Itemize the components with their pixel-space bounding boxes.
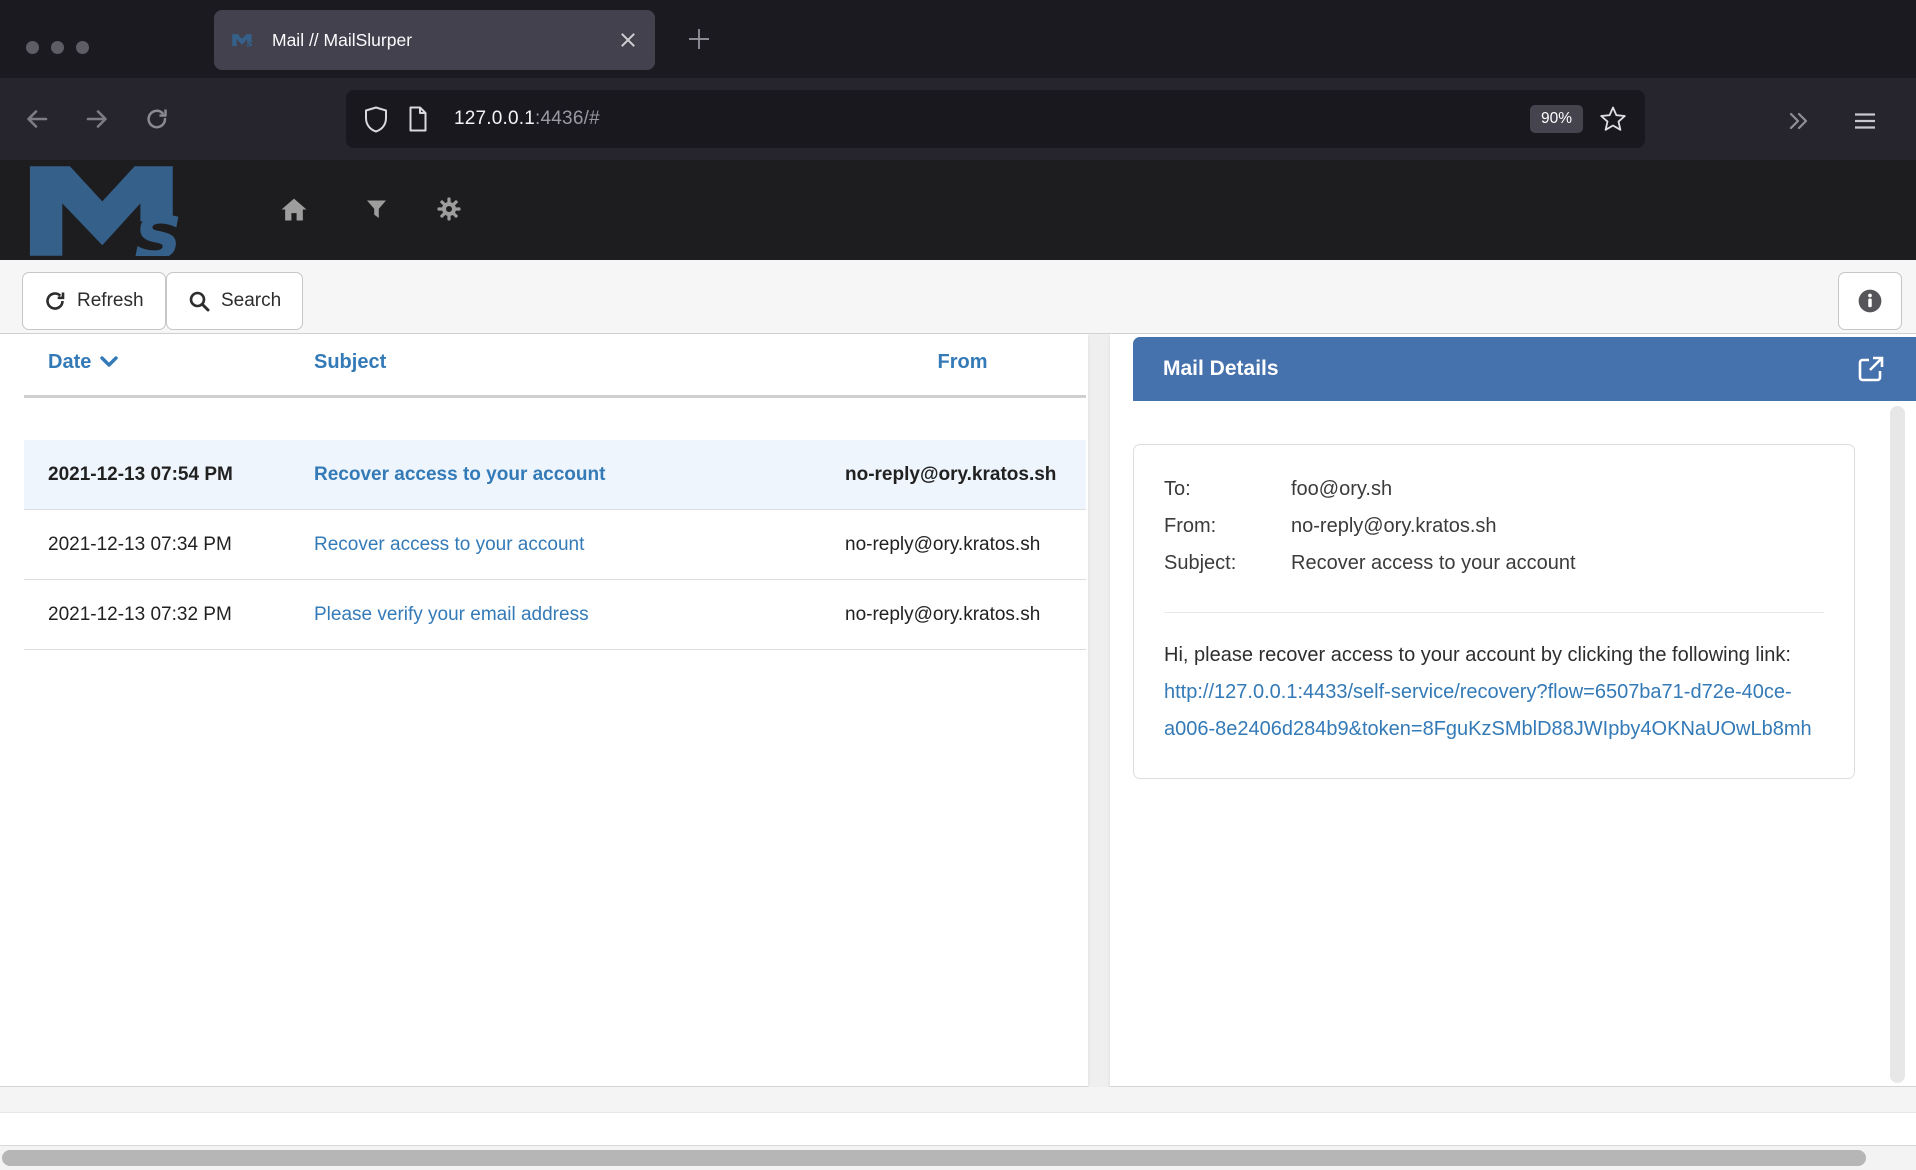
mail-date: 2021-12-13 07:34 PM	[24, 510, 314, 580]
window-control-dot[interactable]	[26, 41, 39, 54]
mail-subject-link[interactable]: Recover access to your account	[314, 534, 584, 555]
external-link-icon[interactable]	[1856, 354, 1886, 384]
browser-window: s Mail // MailSlurper	[0, 0, 1916, 1170]
from-value: no-reply@ory.kratos.sh	[1291, 508, 1497, 545]
horizontal-scrollbar[interactable]	[0, 1145, 1916, 1170]
tab-favicon-icon: s	[232, 33, 259, 47]
column-header-date-label: Date	[48, 351, 91, 373]
mail-subject-link[interactable]: Recover access to your account	[314, 464, 605, 485]
mail-list-panel: Date Subject From 2021-12-13 07:54 PMRec…	[0, 334, 1088, 1087]
tab-title: Mail // MailSlurper	[272, 30, 619, 51]
plus-icon[interactable]	[686, 26, 712, 52]
toolbar: Refresh Search	[0, 260, 1916, 334]
svg-text:s: s	[246, 38, 252, 47]
mail-body: Hi, please recover access to your accoun…	[1164, 637, 1824, 748]
subject-label: Subject:	[1164, 545, 1291, 582]
column-header-date[interactable]: Date	[24, 334, 314, 397]
content-area: Date Subject From 2021-12-13 07:54 PMRec…	[0, 334, 1916, 1087]
field-to: To: foo@ory.sh	[1164, 471, 1824, 508]
mail-list-body: 2021-12-13 07:54 PMRecover access to you…	[24, 397, 1086, 650]
mail-date: 2021-12-13 07:54 PM	[24, 440, 314, 510]
gear-icon[interactable]	[436, 196, 462, 222]
horizontal-scrollbar-thumb[interactable]	[2, 1150, 1866, 1166]
column-header-subject: Subject	[314, 334, 839, 397]
mail-details-panel: Mail Details To: foo@ory.sh From: no-rep…	[1110, 334, 1916, 1087]
mail-details-card: To: foo@ory.sh From: no-reply@ory.kratos…	[1133, 444, 1855, 779]
mail-from: no-reply@ory.kratos.sh	[839, 580, 1086, 650]
field-from: From: no-reply@ory.kratos.sh	[1164, 508, 1824, 545]
search-icon	[188, 290, 210, 312]
mail-from: no-reply@ory.kratos.sh	[839, 510, 1086, 580]
info-button[interactable]	[1838, 272, 1902, 330]
back-arrow-icon[interactable]	[24, 106, 50, 132]
refresh-button[interactable]: Refresh	[22, 272, 166, 330]
search-button[interactable]: Search	[166, 272, 303, 330]
home-icon[interactable]	[280, 197, 308, 222]
window-control-dot[interactable]	[51, 41, 64, 54]
url-text[interactable]: 127.0.0.1:4436/#	[454, 108, 600, 130]
column-header-from: From	[839, 334, 1086, 397]
table-row[interactable]: 2021-12-13 07:32 PMPlease verify your em…	[24, 580, 1086, 650]
mail-table: Date Subject From 2021-12-13 07:54 PMRec…	[24, 334, 1086, 650]
refresh-icon	[44, 290, 66, 312]
table-row[interactable]: 2021-12-13 07:34 PMRecover access to you…	[24, 510, 1086, 580]
recovery-link[interactable]: http://127.0.0.1:4433/self-service/recov…	[1164, 681, 1812, 740]
menu-icon[interactable]	[1852, 108, 1878, 134]
bottom-strip	[0, 1087, 1916, 1113]
to-value: foo@ory.sh	[1291, 471, 1392, 508]
from-label: From:	[1164, 508, 1291, 545]
browser-tab[interactable]: s Mail // MailSlurper	[214, 10, 655, 70]
shield-icon[interactable]	[364, 106, 388, 133]
navigation-bar: 127.0.0.1:4436/# 90%	[0, 78, 1916, 160]
mail-date: 2021-12-13 07:32 PM	[24, 580, 314, 650]
url-bar[interactable]: 127.0.0.1:4436/# 90%	[346, 90, 1645, 148]
url-path: :4436/#	[535, 108, 600, 129]
mail-subject-link[interactable]: Please verify your email address	[314, 604, 589, 625]
search-button-label: Search	[221, 290, 281, 312]
filter-icon[interactable]	[366, 200, 387, 219]
divider	[1164, 612, 1824, 613]
star-icon[interactable]	[1599, 105, 1627, 133]
url-host: 127.0.0.1	[454, 108, 535, 129]
subject-value: Recover access to your account	[1291, 545, 1576, 582]
overflow-chevrons-icon[interactable]	[1785, 108, 1811, 134]
mail-details-header: Mail Details	[1133, 337, 1916, 401]
spacer-row	[24, 397, 1086, 441]
reload-icon[interactable]	[144, 106, 170, 132]
page-icon[interactable]	[408, 106, 428, 132]
refresh-button-label: Refresh	[77, 290, 144, 312]
mailslurper-logo: s	[28, 164, 228, 256]
table-row[interactable]: 2021-12-13 07:54 PMRecover access to you…	[24, 440, 1086, 510]
mail-body-text: Hi, please recover access to your accoun…	[1164, 644, 1791, 666]
app-header: s	[0, 160, 1916, 260]
zoom-level-badge[interactable]: 90%	[1530, 105, 1583, 133]
svg-text:s: s	[135, 188, 181, 256]
window-control-dots[interactable]	[26, 41, 89, 54]
forward-arrow-icon[interactable]	[84, 106, 110, 132]
tab-bar: s Mail // MailSlurper	[0, 0, 1916, 78]
mail-from: no-reply@ory.kratos.sh	[839, 440, 1086, 510]
window-control-dot[interactable]	[76, 41, 89, 54]
info-icon	[1857, 288, 1883, 314]
mail-details-title: Mail Details	[1163, 357, 1279, 381]
field-subject: Subject: Recover access to your account	[1164, 545, 1824, 582]
details-scrollbar[interactable]	[1890, 406, 1905, 1083]
table-header-row: Date Subject From	[24, 334, 1086, 397]
close-icon[interactable]	[619, 31, 637, 49]
to-label: To:	[1164, 471, 1291, 508]
chevron-down-icon	[100, 356, 118, 367]
bottom-strip-white	[0, 1113, 1916, 1145]
